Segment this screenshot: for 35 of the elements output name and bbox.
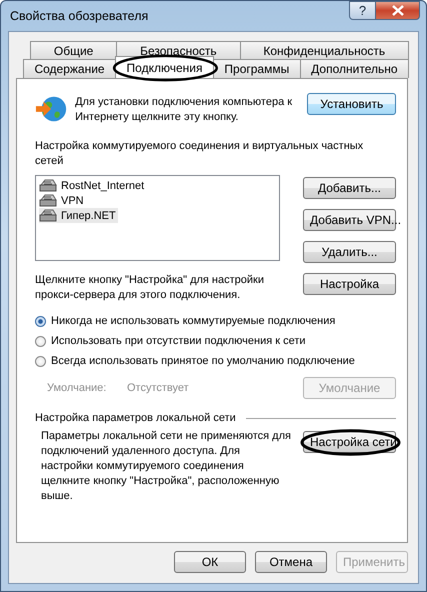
close-button[interactable] [376,1,420,20]
close-icon [392,5,404,16]
radio-button[interactable] [35,336,46,346]
connection-item[interactable]: RostNet_Internet [39,178,146,193]
modem-icon [39,178,57,192]
setup-description: Для установки подключения компьютера к Интернету щелкните эту кнопку. [75,95,294,125]
radio-button[interactable] [35,356,46,366]
help-button[interactable]: ? [349,1,376,20]
section-heading: Настройка параметров локальной сети [35,412,236,424]
globe-icon [35,94,68,124]
tab[interactable]: Содержание [23,59,116,78]
radio-option[interactable]: Всегда использовать принятое по умолчанию подключение [35,354,355,368]
dialog-button[interactable]: Отмена [255,551,327,573]
section-heading: Настройка коммутируемого соединения и виртуальных частных сетей [35,139,364,169]
lan-description: Параметры локальной сети не применяются для подключений удаленного доступа. Для настройки коммутируемого соединения щелкните кнопку "Настройка", расположенную выше. [41,429,291,504]
modem-icon [39,208,57,222]
tab[interactable]: Общие [30,41,118,60]
tab[interactable]: Конфиденциальность [240,41,409,60]
radio-option[interactable]: Никогда не использовать коммутируемые подключения [35,314,336,328]
tab[interactable]: Дополнительно [300,59,410,78]
settings-button[interactable]: Настройка [303,273,396,295]
modem-icon [39,194,57,208]
proxy-description: Щелкните кнопку "Настройка" для настройки прокси-сервера для этого подключения. [35,273,265,303]
connection-item[interactable]: Гипер.NET [39,208,118,223]
dialog-button[interactable]: ОК [174,551,246,573]
connection-button[interactable]: Добавить... [303,177,396,199]
setup-button[interactable]: Установить [307,93,396,115]
window-title: Свойства обозревателя [9,8,148,23]
default-value: Отсутствует [127,382,190,394]
connection-button[interactable]: Удалить... [303,241,396,263]
radio-option[interactable]: Использовать при отсутствии подключения к сети [35,334,306,348]
tab[interactable]: Программы [212,59,301,78]
default-label: Умолчание: [47,382,108,394]
connection-item[interactable]: VPN [39,193,86,208]
radio-button[interactable] [35,316,46,326]
